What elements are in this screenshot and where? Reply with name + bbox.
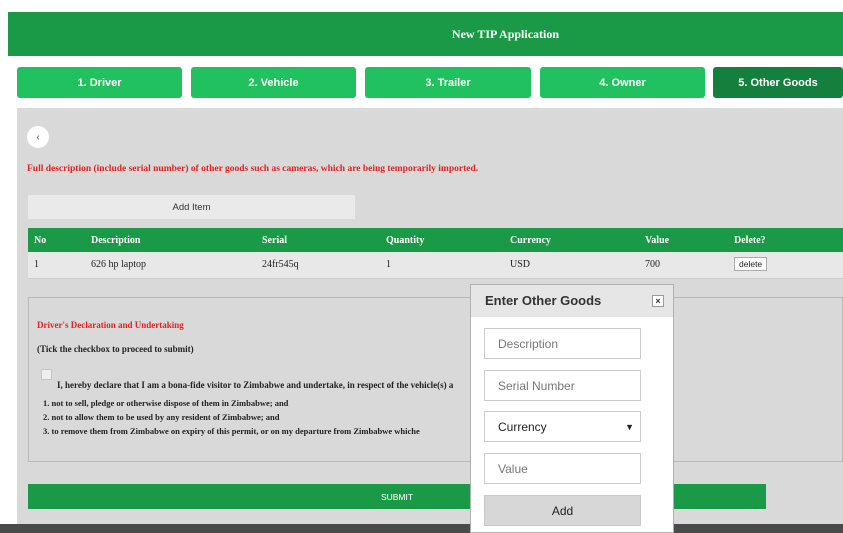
- col-quantity: Quantity: [380, 228, 504, 252]
- modal-title: Enter Other Goods: [485, 293, 602, 308]
- col-currency: Currency: [504, 228, 639, 252]
- main-panel: ‹ Full description (include serial numbe…: [17, 108, 843, 524]
- col-no: No: [28, 228, 85, 252]
- currency-select[interactable]: Currency ▼: [484, 411, 641, 442]
- instruction-note: Full description (include serial number)…: [27, 164, 479, 174]
- tab-other-goods[interactable]: 5. Other Goods: [713, 67, 843, 98]
- modal-header: Enter Other Goods ×: [471, 285, 673, 317]
- tab-driver[interactable]: 1. Driver: [17, 67, 182, 98]
- chevron-left-icon: ‹: [36, 131, 40, 143]
- table-header-row: No Description Serial Quantity Currency …: [28, 228, 843, 252]
- cell-no: 1: [28, 252, 85, 279]
- step-tabs: 1. Driver 2. Vehicle 3. Trailer 4. Owner…: [17, 67, 843, 98]
- currency-selected-value: Currency: [498, 419, 547, 434]
- cell-serial: 24fr545q: [256, 252, 380, 279]
- delete-button[interactable]: delete: [734, 257, 768, 272]
- top-strip: [0, 0, 843, 6]
- col-value: Value: [639, 228, 728, 252]
- value-input[interactable]: Value: [484, 453, 641, 484]
- cell-delete: delete: [728, 252, 843, 279]
- declaration-item: 2. not to allow them to be used by any r…: [43, 412, 280, 422]
- declaration-checkbox[interactable]: [41, 369, 52, 380]
- bottom-bar: [0, 524, 843, 533]
- tab-trailer[interactable]: 3. Trailer: [365, 67, 531, 98]
- cell-currency: USD: [504, 252, 639, 279]
- declaration-title: Driver's Declaration and Undertaking: [37, 320, 184, 330]
- back-button[interactable]: ‹: [27, 126, 49, 148]
- description-input[interactable]: Description: [484, 328, 641, 359]
- close-icon[interactable]: ×: [652, 295, 664, 307]
- app-header: New TIP Application: [8, 12, 843, 56]
- col-delete: Delete?: [728, 228, 843, 252]
- declaration-statement: I, hereby declare that I am a bona-fide …: [57, 380, 454, 390]
- serial-number-input[interactable]: Serial Number: [484, 370, 641, 401]
- add-button[interactable]: Add: [484, 495, 641, 526]
- tab-vehicle[interactable]: 2. Vehicle: [191, 67, 356, 98]
- cell-quantity: 1: [380, 252, 504, 279]
- declaration-tick-note: (Tick the checkbox to proceed to submit): [37, 344, 194, 354]
- enter-goods-modal: Enter Other Goods × Description Serial N…: [470, 284, 674, 533]
- declaration-item: 1. not to sell, pledge or otherwise disp…: [43, 398, 289, 408]
- declaration-box: Driver's Declaration and Undertaking (Ti…: [28, 297, 843, 462]
- tab-owner[interactable]: 4. Owner: [540, 67, 705, 98]
- cell-description: 626 hp laptop: [85, 252, 256, 279]
- declaration-list: 1. not to sell, pledge or otherwise disp…: [43, 396, 420, 438]
- goods-table: No Description Serial Quantity Currency …: [28, 228, 843, 279]
- declaration-item: 3. to remove them from Zimbabwe on expir…: [43, 426, 420, 436]
- cell-value: 700: [639, 252, 728, 279]
- dropdown-arrow-icon: ▼: [625, 421, 634, 432]
- table-row: 1 626 hp laptop 24fr545q 1 USD 700 delet…: [28, 252, 843, 279]
- add-item-button[interactable]: Add Item: [28, 195, 355, 219]
- col-description: Description: [85, 228, 256, 252]
- col-serial: Serial: [256, 228, 380, 252]
- page-title: New TIP Application: [451, 26, 560, 41]
